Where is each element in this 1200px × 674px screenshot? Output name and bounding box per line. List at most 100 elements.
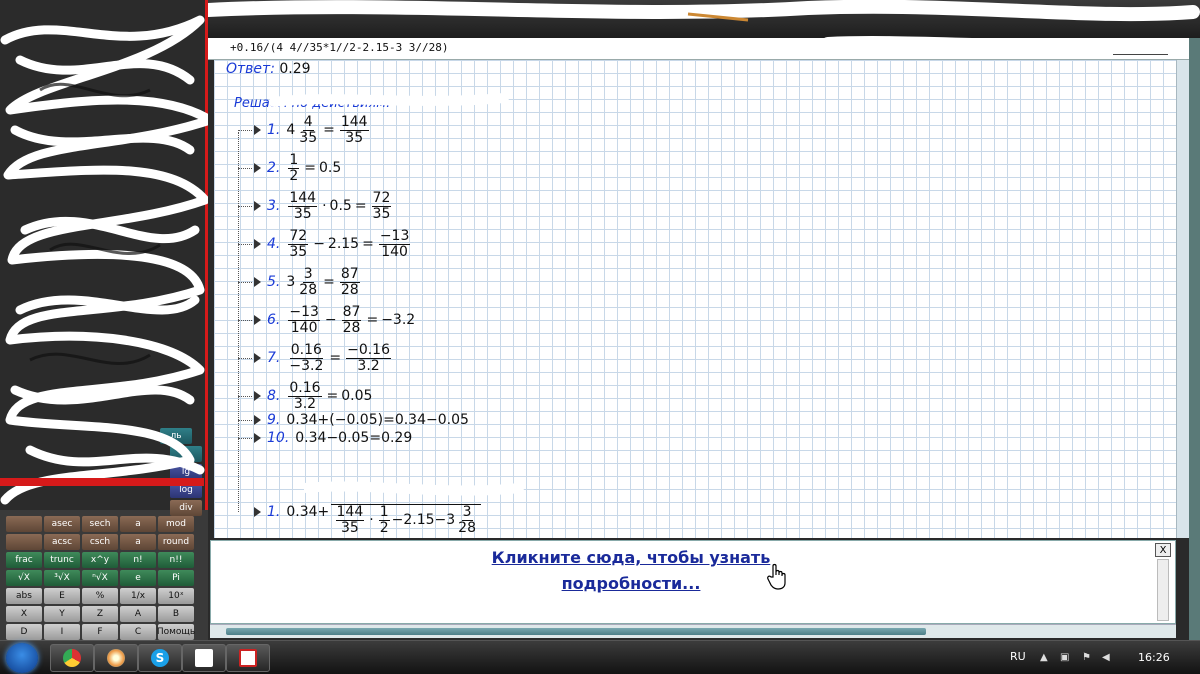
calc-key[interactable]: n! xyxy=(120,552,156,568)
calc-row: abs E% 1/x 10ˣ xyxy=(6,588,194,604)
calc-key[interactable]: 10ˣ xyxy=(158,588,194,604)
horizontal-scrollbar[interactable] xyxy=(210,624,1176,638)
expand-arrow-icon[interactable] xyxy=(254,391,261,401)
step-9[interactable]: 9. 0.34+(−0.05)=0.34−0.05 xyxy=(254,410,469,430)
paint-icon[interactable] xyxy=(94,644,138,672)
calc-key[interactable]: Z xyxy=(82,606,118,622)
step-7[interactable]: 7. 0.16 −3.2 = −0.16 3.2 xyxy=(254,340,393,376)
chrome-icon[interactable] xyxy=(50,644,94,672)
calc-key[interactable]: D xyxy=(6,624,42,640)
expand-arrow-icon[interactable] xyxy=(254,315,261,325)
expand-arrow-icon[interactable] xyxy=(254,415,261,425)
answer-line: Ответ: 0.29 xyxy=(226,61,311,77)
expand-arrow-icon[interactable] xyxy=(254,507,261,517)
expand-arrow-icon[interactable] xyxy=(254,239,261,249)
tree-branch xyxy=(238,420,252,421)
tree-branch xyxy=(238,438,252,439)
help-panel: Кликните сюда, чтобы узнать подробности.… xyxy=(210,540,1176,624)
step-3[interactable]: 3. 144 35 · 0.5 = 72 35 xyxy=(254,188,393,224)
fraction: −13 140 xyxy=(378,227,411,260)
calc-key[interactable]: frac xyxy=(6,552,42,568)
help-link[interactable]: Кликните сюда, чтобы узнать подробности.… xyxy=(461,545,801,597)
answer-label: Ответ: xyxy=(226,61,275,77)
network-icon[interactable]: ▣ xyxy=(1060,652,1072,664)
worksheet-scrollbar[interactable] xyxy=(1176,60,1189,538)
start-button[interactable] xyxy=(6,643,38,673)
calc-key[interactable]: ³√X xyxy=(44,570,80,586)
calc-key[interactable]: √X xyxy=(6,570,42,586)
tree-branch xyxy=(238,358,252,359)
step-number: 7. xyxy=(267,350,281,366)
calc-key[interactable]: csch xyxy=(82,534,118,550)
step-5[interactable]: 5. 3 3 28 = 87 28 xyxy=(254,264,362,300)
expand-arrow-icon[interactable] xyxy=(254,433,261,443)
skype-icon[interactable]: S xyxy=(138,644,182,672)
calc-key[interactable]: % xyxy=(82,588,118,604)
calc-key[interactable]: B xyxy=(158,606,194,622)
fraction: −13 140 xyxy=(288,303,320,336)
step-10[interactable]: 10. 0.34−0.05=0.29 xyxy=(254,428,412,448)
tree-branch xyxy=(238,282,252,283)
calc-key[interactable]: round xyxy=(158,534,194,550)
calc-key[interactable]: I xyxy=(44,624,80,640)
clock[interactable]: 16:26 xyxy=(1138,651,1170,664)
help-close-button[interactable]: X xyxy=(1155,543,1171,557)
step-6[interactable]: 6. −13 140−87 28 = −3.2 xyxy=(254,302,415,338)
calc-key[interactable] xyxy=(6,534,42,550)
graph-icon[interactable] xyxy=(226,644,270,672)
calc-key[interactable]: C xyxy=(120,624,156,640)
fraction: 3 28 xyxy=(299,265,318,298)
calc-key[interactable]: E xyxy=(44,588,80,604)
calc-key[interactable]: abs xyxy=(6,588,42,604)
big-fraction: 144 35 · 1 2 −2.15−3 3 28 xyxy=(331,489,482,535)
calc-row: frac trunc x^y n! n!! xyxy=(6,552,194,568)
step-number: 6. xyxy=(267,312,281,328)
fraction: 0.16 −3.2 xyxy=(289,341,324,374)
calculator-panel: lg log div ln ль asec sech a mod acsc csch a round f… xyxy=(0,0,208,640)
expand-arrow-icon[interactable] xyxy=(254,353,261,363)
calc-key[interactable]: Pi xyxy=(158,570,194,586)
flag-icon[interactable]: ⚑ xyxy=(1082,652,1094,664)
step-1[interactable]: 1. 4 4 35 = 144 35 xyxy=(254,112,371,148)
calc-row: XYZAB xyxy=(6,606,194,622)
step-8[interactable]: 8. 0.16 3.2 = 0.05 xyxy=(254,378,372,414)
tree-branch xyxy=(238,130,252,131)
calc-key[interactable]: A xyxy=(120,606,156,622)
calc-row: acsc csch a round xyxy=(6,534,194,550)
calc-key[interactable]: Помощь xyxy=(157,624,195,640)
exit-icon[interactable] xyxy=(182,644,226,672)
calc-key[interactable]: n!! xyxy=(158,552,194,568)
calc-key[interactable]: a xyxy=(120,534,156,550)
calc-key[interactable]: x^y xyxy=(82,552,118,568)
step-2[interactable]: 2. 1 2 = 0.5 xyxy=(254,150,341,186)
calc-key[interactable]: Y xyxy=(44,606,80,622)
worksheet: Ответ: 0.29 Решаем по действиям: 1. 4 4 35 =… xyxy=(214,60,1176,538)
step-number: 5. xyxy=(267,274,281,290)
fraction: 144 35 xyxy=(288,189,318,222)
calc-key[interactable]: X xyxy=(6,606,42,622)
calc-key[interactable]: ⁿ√X xyxy=(82,570,118,586)
expand-arrow-icon[interactable] xyxy=(254,125,261,135)
help-scrollbar[interactable] xyxy=(1157,559,1169,621)
calc-key[interactable]: 1/x xyxy=(120,588,156,604)
expand-arrow-icon[interactable] xyxy=(254,277,261,287)
expand-arrow-icon[interactable] xyxy=(254,163,261,173)
language-indicator[interactable]: RU xyxy=(1010,650,1026,663)
tree-line xyxy=(238,132,239,512)
step-number: 3. xyxy=(267,198,281,214)
calc-key[interactable]: e xyxy=(120,570,156,586)
tree-branch xyxy=(238,320,252,321)
hand-cursor-icon xyxy=(767,563,786,590)
tree-branch xyxy=(238,206,252,207)
expand-arrow-icon[interactable] xyxy=(254,201,261,211)
volume-icon[interactable]: ◀ xyxy=(1102,652,1114,664)
tray-up-arrow-icon[interactable]: ▲ xyxy=(1040,652,1052,664)
step-number: 2. xyxy=(267,160,281,176)
step-4[interactable]: 4. 72 35−2.15 = −13 140 xyxy=(254,226,412,262)
calc-key[interactable]: F xyxy=(82,624,118,640)
bottom-step[interactable]: 1. 0.34+ 144 35 · 1 2 −2.15−3 3 28 xyxy=(254,494,483,535)
calc-key[interactable]: trunc xyxy=(44,552,80,568)
step-number: 8. xyxy=(267,388,281,404)
calc-key[interactable]: acsc xyxy=(44,534,80,550)
scrollbar-thumb[interactable] xyxy=(226,628,926,635)
